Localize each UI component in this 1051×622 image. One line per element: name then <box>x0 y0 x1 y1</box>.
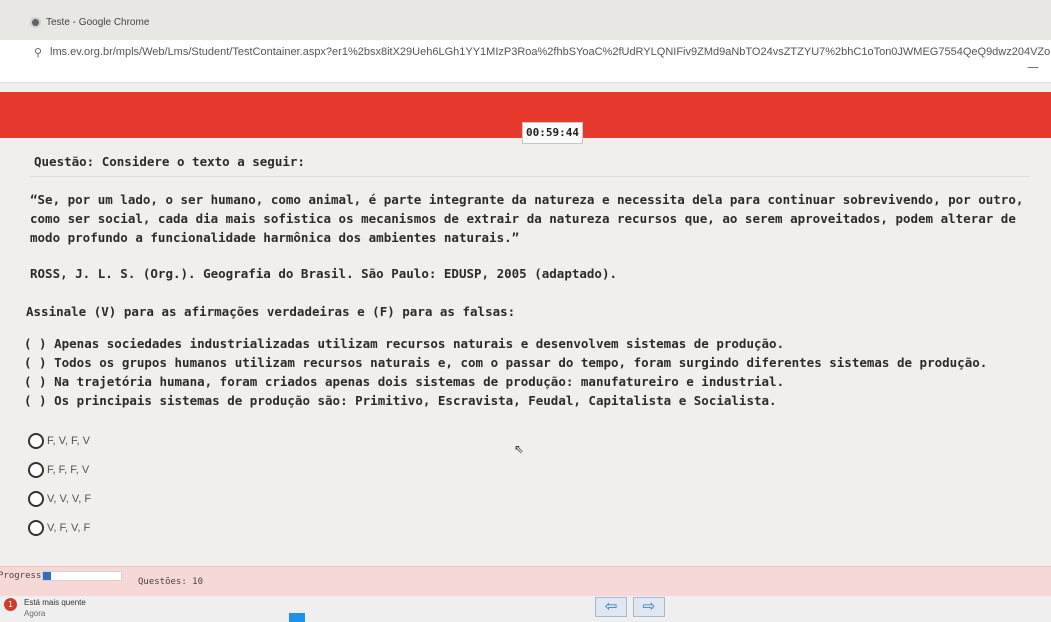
option-label[interactable]: V, V, V, F <box>47 493 91 505</box>
option-label[interactable]: F, F, F, V <box>47 464 89 476</box>
arrow-left-icon: ⇦ <box>604 597 618 615</box>
notification-time: Agora <box>24 609 46 618</box>
next-button[interactable]: ⇨ <box>633 597 665 617</box>
question-quote: “Se, por um lado, o ser humano, como ani… <box>30 192 1024 245</box>
url-text[interactable]: lms.ev.org.br/mpls/Web/Lms/Student/TestC… <box>50 46 1050 58</box>
weather-notification[interactable]: 1 Está mais quente Agora <box>4 596 124 622</box>
progress-fill <box>43 572 51 580</box>
notification-title: Está mais quente <box>24 598 86 607</box>
questions-count: Questões: 10 <box>138 577 204 587</box>
navigation-bar <box>0 596 1051 622</box>
site-info-icon[interactable]: ⚲ <box>34 46 42 59</box>
screen: Teste - Google Chrome ⚲ lms.ev.org.br/mp… <box>0 0 1051 622</box>
statement-item: ( ) Todos os grupos humanos utilizam rec… <box>24 355 988 370</box>
statement-list: ( ) Apenas sociedades industrializadas u… <box>24 334 1024 410</box>
question-title: Questão: Considere o texto a seguir: <box>34 154 305 169</box>
address-bar[interactable]: ⚲ lms.ev.org.br/mpls/Web/Lms/Student/Tes… <box>0 40 1051 83</box>
radio-button-icon[interactable] <box>28 432 44 449</box>
divider <box>30 176 1030 177</box>
previous-button[interactable]: ⇦ <box>595 597 627 617</box>
arrow-right-icon: ⇨ <box>642 597 656 615</box>
notification-badge-icon: 1 <box>4 598 17 611</box>
statement-item: ( ) Na trajetória humana, foram criados … <box>24 374 785 389</box>
question-instruction: Assinale (V) para as afirmações verdadei… <box>26 304 516 319</box>
option-label[interactable]: F, V, F, V <box>47 435 90 447</box>
answer-option-c[interactable]: V, V, V, F <box>28 484 91 513</box>
radio-button-icon[interactable] <box>28 519 44 536</box>
answer-option-b[interactable]: F, F, F, V <box>28 455 91 484</box>
radio-button-icon[interactable] <box>28 461 44 478</box>
answer-option-d[interactable]: V, F, V, F <box>28 513 91 542</box>
chrome-icon <box>30 17 41 28</box>
progress-bar <box>42 571 122 581</box>
windows-start-icon[interactable] <box>289 613 305 622</box>
question-panel: Questão: Considere o texto a seguir: “Se… <box>0 146 1051 566</box>
statement-item: ( ) Os principais sistemas de produção s… <box>24 393 777 408</box>
option-label[interactable]: V, F, V, F <box>47 522 90 534</box>
radio-button-icon[interactable] <box>28 490 44 507</box>
question-citation: ROSS, J. L. S. (Org.). Geografia do Bras… <box>30 266 617 281</box>
progress-footer: Progresso: Questões: 10 <box>0 566 1051 597</box>
mouse-cursor-icon: ⇖ <box>514 442 525 456</box>
answer-options: F, V, F, V F, F, F, V V, V, V, F V, F, V… <box>28 426 91 542</box>
statement-item: ( ) Apenas sociedades industrializadas u… <box>24 336 785 351</box>
window-title: Teste - Google Chrome <box>46 17 150 28</box>
timer: 00:59:44 <box>522 122 583 144</box>
minimize-icon[interactable]: — <box>1027 60 1039 74</box>
window-titlebar: Teste - Google Chrome <box>0 0 1051 41</box>
answer-option-a[interactable]: F, V, F, V <box>28 426 91 455</box>
